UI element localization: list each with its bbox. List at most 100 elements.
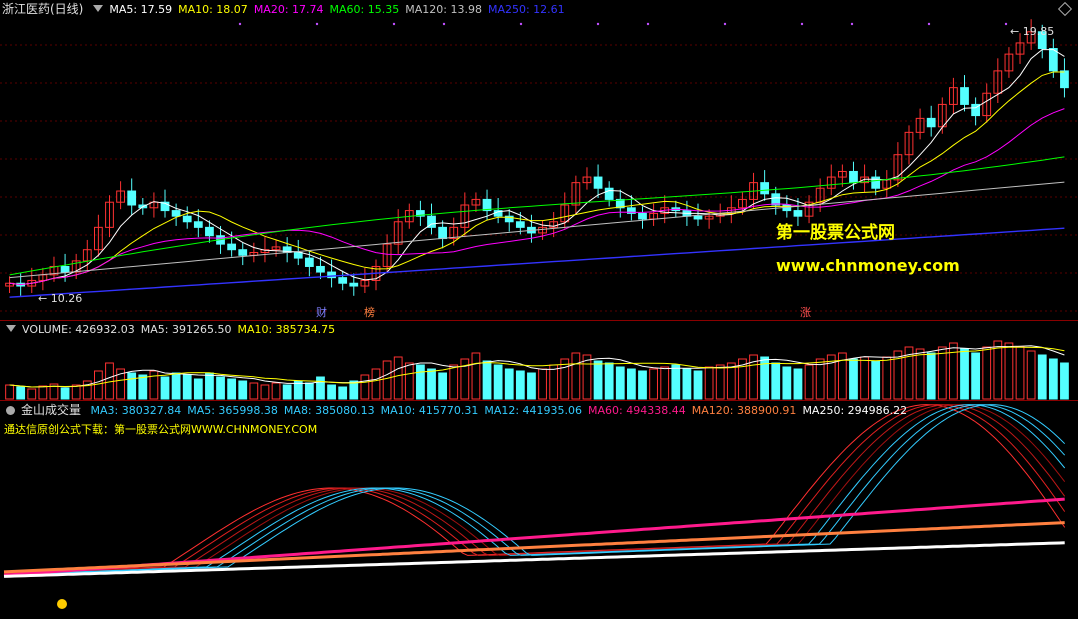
candle-body	[593, 176, 603, 189]
volume-bar	[882, 356, 892, 400]
candle-body	[760, 182, 770, 195]
volume-bar	[404, 362, 414, 400]
candle-body	[338, 277, 348, 284]
volume-header: VOLUME: 426932.03 MA5: 391265.50 MA10: 385…	[2, 322, 347, 338]
volume-bar	[593, 360, 603, 400]
volume-bar	[304, 382, 314, 400]
volume-bar	[782, 366, 792, 400]
price-pane[interactable]: 浙江医药(日线) MA5: 17.59 MA10: 18.07 MA20: 17.74…	[0, 0, 1078, 320]
dropdown-triangle-icon[interactable]	[6, 325, 16, 332]
ma-label-3: MA60: 15.35	[329, 3, 400, 16]
volume-bar	[238, 380, 248, 400]
settings-circle-icon[interactable]	[6, 406, 15, 415]
ind-label-0: MA3: 380327.84	[90, 404, 182, 417]
volume-bar	[171, 372, 181, 400]
watermark-url: www.chnmoney.com	[776, 256, 960, 275]
volume-bar	[993, 340, 1003, 400]
volume-bar	[726, 362, 736, 400]
price-header: 浙江医药(日线) MA5: 17.59 MA10: 18.07 MA20: 17.74…	[2, 1, 577, 17]
candle-body	[438, 226, 448, 240]
marker-cai[interactable]: 财	[316, 304, 327, 320]
volume-bar	[960, 348, 969, 400]
signal-dot	[1004, 22, 1008, 26]
volume-bar	[804, 364, 814, 400]
volume-bar	[660, 366, 670, 400]
volume-bar	[127, 372, 137, 400]
volume-bar	[271, 382, 281, 400]
candle-body	[238, 249, 248, 256]
volume-bar	[371, 368, 381, 400]
indicator-subtitle: 通达信原创公式下载：第一股票公式网WWW.CHNMONEY.COM	[4, 423, 318, 436]
volume-bar	[515, 370, 525, 400]
volume-bar	[260, 384, 270, 400]
volume-bar	[27, 388, 37, 400]
volume-bar	[715, 364, 725, 400]
volume-bar	[571, 352, 581, 400]
volume-bar	[160, 376, 170, 400]
volume-bar	[327, 384, 336, 400]
ind-label-4: MA12: 441935.06	[484, 404, 583, 417]
volume-bar	[860, 356, 869, 400]
volume-bar	[149, 370, 159, 400]
indicator-header: 金山成交量 MA3: 380327.84 MA5: 365998.38 MA8: 3…	[2, 402, 919, 418]
ma5-line	[9, 49, 1065, 286]
volume-bar	[482, 360, 492, 400]
candle-body	[182, 215, 192, 223]
volume-bar	[282, 384, 292, 400]
low-price-value: 10.26	[50, 292, 83, 305]
marker-zhang[interactable]: 涨	[800, 304, 811, 320]
volume-bar	[71, 384, 81, 400]
signal-dot	[850, 22, 854, 26]
volume-bar	[316, 376, 325, 400]
signal-dot	[927, 22, 931, 26]
vol-label-1: MA5: 391265.50	[140, 323, 232, 336]
signal-dot	[238, 22, 242, 26]
candle-body	[316, 265, 325, 273]
volume-bar	[1037, 354, 1047, 400]
candle-body	[638, 212, 647, 220]
volume-bar	[504, 368, 514, 400]
volume-bar	[793, 368, 803, 400]
volume-bar	[205, 372, 214, 400]
candle-body	[515, 221, 525, 228]
candle-body	[205, 226, 214, 237]
volume-bar	[105, 362, 114, 400]
volume-bar	[549, 364, 559, 400]
marker-bang[interactable]: 榜	[364, 304, 375, 320]
volume-bar	[671, 364, 681, 400]
ind-label-2: MA8: 385080.13	[283, 404, 375, 417]
indicator-pane[interactable]: 金山成交量 MA3: 380327.84 MA5: 365998.38 MA8: 3…	[0, 400, 1078, 619]
signal-dot	[392, 22, 396, 26]
volume-bar	[1060, 362, 1069, 400]
volume-bar	[249, 382, 259, 400]
candle-body	[693, 215, 703, 220]
volume-bar	[182, 374, 192, 400]
candle-body	[871, 176, 881, 189]
candle-body	[926, 117, 936, 128]
volume-bar	[937, 346, 947, 400]
volume-bar	[615, 366, 625, 400]
high-price-label: ← 19.85	[1010, 25, 1055, 38]
volume-bar	[527, 372, 536, 400]
high-price-value: 19.85	[1022, 25, 1055, 38]
volume-bar	[393, 356, 403, 400]
volume-bar	[16, 386, 26, 400]
volume-bar	[382, 360, 392, 400]
volume-bar	[438, 372, 448, 400]
candle-body	[304, 257, 314, 267]
ma-label-4: MA120: 13.98	[405, 3, 482, 16]
ma-label-2: MA20: 17.74	[253, 3, 324, 16]
ma-label-0: MA5: 17.59	[109, 3, 173, 16]
ind-label-1: MA5: 365998.38	[187, 404, 278, 417]
volume-bar	[915, 348, 925, 400]
dropdown-triangle-icon[interactable]	[93, 5, 104, 12]
signal-dot	[519, 22, 523, 26]
volume-bar	[949, 342, 958, 400]
stock-name: 浙江医药(日线)	[2, 2, 84, 16]
watermark-title: 第一股票公式网	[776, 223, 895, 243]
volume-bar	[693, 370, 703, 400]
volume-bar	[427, 368, 436, 400]
ma10-line	[9, 71, 1065, 286]
volume-bar	[416, 364, 425, 400]
volume-pane[interactable]: VOLUME: 426932.03 MA5: 391265.50 MA10: 385…	[0, 320, 1078, 401]
